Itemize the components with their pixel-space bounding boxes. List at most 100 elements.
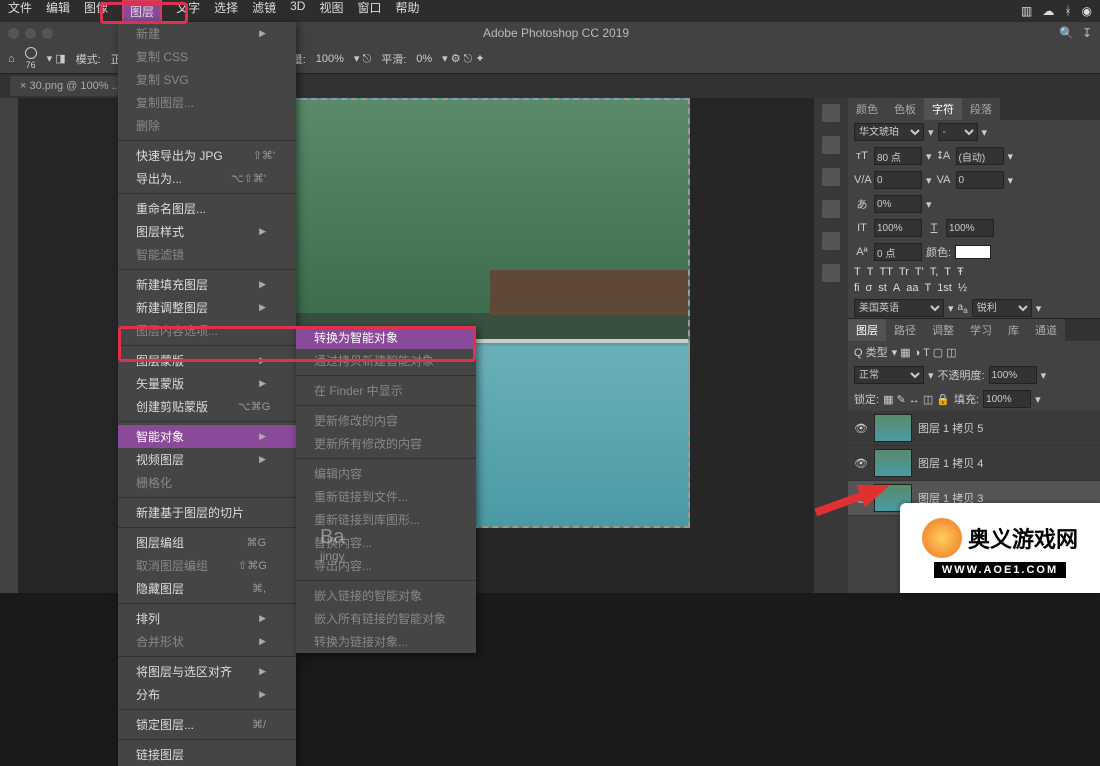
menubar-item[interactable]: 文件 [8, 0, 32, 24]
menubar-item[interactable]: 文字 [176, 0, 200, 24]
text-style-button[interactable]: T, [930, 266, 939, 278]
document-tab[interactable]: × 30.png @ 100% ... [10, 76, 132, 96]
menu-item[interactable]: 图层蒙版 [118, 349, 296, 372]
text-style-button[interactable]: Tr [899, 266, 909, 278]
text-style-button[interactable]: aa [906, 282, 918, 294]
menu-item: 重新链接到库图形... [296, 508, 476, 531]
brush-preview[interactable]: 76 [25, 47, 37, 70]
search-icon[interactable]: 🔍 [1059, 26, 1074, 40]
menu-item[interactable]: 新建填充图层 [118, 273, 296, 296]
menu-item[interactable]: 分布 [118, 683, 296, 706]
text-style-button[interactable]: T [854, 266, 861, 278]
layer-opacity-input[interactable] [989, 366, 1037, 384]
text-style-button[interactable]: T [924, 282, 931, 294]
text-style-button[interactable]: T' [915, 266, 924, 278]
layer-row[interactable]: 👁图层 1 拷贝 5 [848, 411, 1100, 446]
panel-tab[interactable]: 字符 [924, 98, 962, 120]
text-style-button[interactable]: σ [866, 282, 873, 294]
text-style-button[interactable]: TT [879, 266, 892, 278]
menubar-item[interactable]: 视图 [319, 0, 343, 24]
panel-tab[interactable]: 通道 [1027, 319, 1065, 341]
tsume-input[interactable] [874, 195, 922, 213]
home-icon[interactable]: ⌂ [8, 53, 15, 65]
panel-tab[interactable]: 颜色 [848, 98, 886, 120]
menu-item[interactable]: 新建基于图层的切片 [118, 501, 296, 524]
blend-mode-select[interactable]: 正常 [854, 366, 924, 384]
menu-item[interactable]: 排列 [118, 607, 296, 630]
menu-item[interactable]: 创建剪贴蒙版⌥⌘G [118, 395, 296, 418]
strip-icon[interactable] [822, 136, 840, 154]
vscale-input[interactable] [874, 219, 922, 237]
panel-tab[interactable]: 图层 [848, 319, 886, 341]
menu-item[interactable]: 新建调整图层 [118, 296, 296, 319]
strip-icon[interactable] [822, 200, 840, 218]
bluetooth-icon: ᚼ [1064, 4, 1071, 18]
menu-item[interactable]: 转换为智能对象 [296, 326, 476, 349]
tool-strip[interactable] [0, 98, 18, 593]
leading-input[interactable] [956, 147, 1004, 165]
menu-item[interactable]: 将图层与选区对齐 [118, 660, 296, 683]
panel-tab[interactable]: 段落 [962, 98, 1000, 120]
text-color-swatch[interactable] [955, 245, 991, 259]
text-style-button[interactable]: fi [854, 282, 860, 294]
panel-tab[interactable]: 路径 [886, 319, 924, 341]
visibility-icon[interactable]: 👁 [854, 457, 868, 470]
visibility-icon[interactable]: 👁 [854, 422, 868, 435]
close-dot[interactable] [8, 28, 19, 39]
menu-item[interactable]: 锁定图层...⌘/ [118, 713, 296, 736]
strip-icon[interactable] [822, 104, 840, 122]
layer-kind-label[interactable]: Q 类型 [854, 344, 888, 360]
menu-item[interactable]: 图层编组⌘G [118, 531, 296, 554]
menu-item[interactable]: 图层样式 [118, 220, 296, 243]
strip-icon[interactable] [822, 264, 840, 282]
menubar-item[interactable]: 选择 [214, 0, 238, 24]
max-dot[interactable] [42, 28, 53, 39]
kerning-icon: V/A [854, 174, 870, 186]
font-style-select[interactable]: - [938, 123, 978, 141]
panel-tab[interactable]: 库 [1000, 319, 1027, 341]
menubar-item[interactable]: 窗口 [357, 0, 381, 24]
menu-item[interactable]: 隐藏图层⌘, [118, 577, 296, 600]
menu-item[interactable]: 链接图层 [118, 743, 296, 766]
menu-item[interactable]: 矢量蒙版 [118, 372, 296, 395]
strip-icon[interactable] [822, 232, 840, 250]
menubar-item[interactable]: 滤镜 [252, 0, 276, 24]
hscale-input[interactable] [946, 219, 994, 237]
text-style-button[interactable]: A [893, 282, 900, 294]
panel-tab[interactable]: 学习 [962, 319, 1000, 341]
menubar-item[interactable]: 编辑 [46, 0, 70, 24]
lock-icons[interactable]: ▦ ✎ ↔ ◫ 🔒 [883, 393, 950, 406]
antialias-select[interactable]: 锐利 [972, 299, 1032, 317]
share-icon[interactable]: ↧ [1082, 26, 1092, 40]
menubar-item[interactable]: 图层 [122, 0, 162, 24]
font-size-input[interactable] [874, 147, 922, 165]
text-style-button[interactable]: st [878, 282, 887, 294]
layer-row[interactable]: 👁图层 1 拷贝 4 [848, 446, 1100, 481]
vscale-icon: IT [854, 222, 870, 234]
language-select[interactable]: 美国英语 [854, 299, 944, 317]
menu-item[interactable]: 快速导出为 JPG⇧⌘' [118, 144, 296, 167]
menu-item[interactable]: 智能对象 [118, 425, 296, 448]
smoothing-value[interactable]: 0% [416, 53, 432, 65]
kerning-input[interactable] [874, 171, 922, 189]
text-style-button[interactable]: T [867, 266, 874, 278]
strip-icon[interactable] [822, 168, 840, 186]
text-style-button[interactable]: T [944, 266, 951, 278]
menubar-item[interactable]: 图像 [84, 0, 108, 24]
panel-tab[interactable]: 调整 [924, 319, 962, 341]
menubar-item[interactable]: 3D [290, 0, 305, 24]
panel-tab[interactable]: 色板 [886, 98, 924, 120]
layer-fill-input[interactable] [983, 390, 1031, 408]
flow-value[interactable]: 100% [316, 53, 344, 65]
menu-item[interactable]: 重命名图层... [118, 197, 296, 220]
text-style-button[interactable]: ½ [958, 282, 967, 294]
text-style-button[interactable]: Ŧ [957, 266, 964, 278]
baseline-input[interactable] [874, 243, 922, 261]
min-dot[interactable] [25, 28, 36, 39]
font-family-select[interactable]: 华文琥珀 [854, 123, 924, 141]
menu-item[interactable]: 导出为...⌥⇧⌘' [118, 167, 296, 190]
text-style-button[interactable]: 1st [937, 282, 952, 294]
menubar-item[interactable]: 帮助 [395, 0, 419, 24]
tracking-input[interactable] [956, 171, 1004, 189]
menu-item[interactable]: 视频图层 [118, 448, 296, 471]
